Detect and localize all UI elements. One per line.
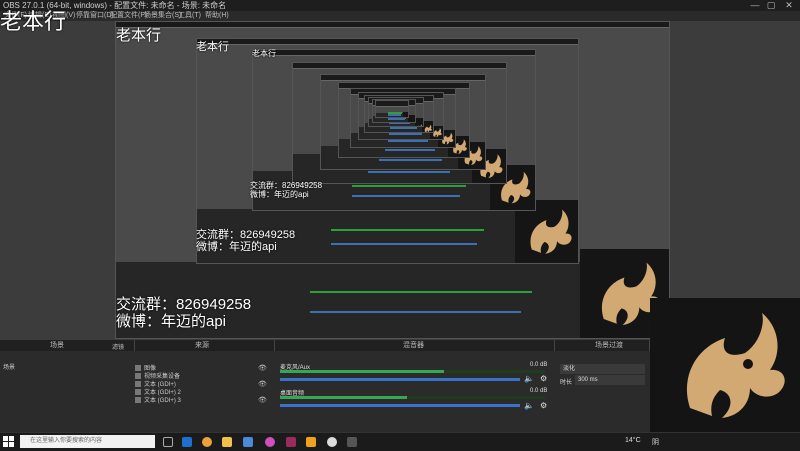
mute-speaker-icon[interactable]: 🔈 (524, 374, 534, 383)
mirrored-titlebar (197, 39, 578, 45)
source-item[interactable]: 视频采集设备 (135, 373, 180, 381)
gear-icon[interactable]: ⚙ (540, 401, 547, 410)
obs-icon[interactable] (327, 437, 337, 447)
mirrored-slider (388, 114, 401, 116)
watermark-text: 老本行 (0, 9, 67, 34)
weather-text: 14°C (625, 437, 641, 444)
mixer-dock-header: 混音器 (275, 340, 555, 351)
lion-logo-icon (415, 118, 423, 126)
lion-logo-icon (408, 115, 415, 122)
scene-filter-button[interactable]: 滤镜 (112, 342, 124, 351)
transition-select[interactable]: 淡化 (560, 364, 645, 374)
mirrored-slider (310, 311, 521, 313)
source-item[interactable]: 文本 (GDI+) 3 (135, 397, 181, 405)
task-view-icon[interactable] (163, 437, 173, 447)
camera-feed (650, 298, 800, 432)
mirrored-slider (368, 171, 450, 173)
mixer-track-mic-db: 0.0 dB (530, 362, 548, 368)
menu-profile[interactable]: 配置文件(P) (110, 11, 147, 21)
watermark-text-copy-1: 老本行 (116, 27, 162, 44)
menu-help[interactable]: 帮助(H) (205, 11, 229, 21)
visibility-eye-icon[interactable]: 👁 (258, 380, 267, 388)
mirrored-slider (389, 133, 422, 135)
duration-input[interactable]: 300 ms (575, 375, 645, 385)
mirrored-meter (310, 291, 532, 293)
file-explorer-icon[interactable] (222, 437, 232, 447)
visibility-eye-icon[interactable]: 👁 (258, 364, 267, 372)
gear-icon[interactable]: ⚙ (540, 374, 547, 383)
watermark-text-copy-2: 老本行 (196, 41, 229, 53)
scene-list-item[interactable]: 场景 (3, 362, 15, 371)
mixer-track-desktop-db: 0.0 dB (530, 388, 548, 394)
mirrored-slider (379, 159, 442, 161)
maximize-button[interactable]: ▢ (764, 0, 778, 11)
mirrored-meter (331, 229, 484, 231)
mirrored-slider (385, 149, 435, 151)
windows-start-icon[interactable] (3, 436, 14, 447)
camera-icon (135, 373, 141, 380)
source-item[interactable]: 文本 (GDI+) (135, 381, 176, 389)
mixer-meter-desktop-level (280, 396, 408, 399)
weibo-text-copy-3: 微博：年迈的api (250, 190, 309, 199)
transitions-dock-header: 场景过渡 (555, 340, 650, 351)
sources-dock-header: 来源 (135, 340, 275, 351)
lion-logo-icon (403, 112, 408, 117)
mixer-slider-mic[interactable] (280, 378, 520, 381)
app-icon[interactable] (286, 437, 296, 447)
duration-label: 时长 (560, 380, 573, 386)
mirrored-titlebar (293, 63, 506, 69)
windows-taskbar: 在这里输入你要搜索的内容 14°C 阴 (0, 432, 800, 451)
weibo-text-copy-1: 微博：年迈的api (116, 313, 227, 330)
menu-scene-collection[interactable]: 场景集合(S) (144, 11, 181, 21)
source-item[interactable]: 文本 (GDI+) 2 (135, 389, 181, 397)
window-titlebar: OBS 27.0.1 (64-bit, windows) - 配置文件: 未命名… (0, 0, 800, 11)
mirrored-slider (390, 127, 417, 129)
mirrored-titlebar (253, 50, 535, 56)
tray-text: 阴 (652, 439, 659, 446)
mixer-slider-desktop[interactable] (280, 404, 520, 407)
edge-icon[interactable] (182, 437, 192, 447)
lion-logo-icon (686, 313, 785, 418)
mirrored-preview-frame (375, 100, 409, 118)
source-item[interactable]: 图像 (135, 365, 156, 373)
menu-tools[interactable]: 工具(T) (178, 11, 201, 21)
mirrored-slider (331, 243, 477, 245)
image-icon (135, 365, 141, 372)
mirrored-slider (388, 118, 405, 120)
text-icon (135, 389, 141, 396)
mirrored-meter (352, 185, 466, 187)
app-icon[interactable] (265, 437, 275, 447)
app-icon[interactable] (347, 437, 357, 447)
watermark-text-copy-3: 老本行 (252, 49, 276, 58)
mute-speaker-icon[interactable]: 🔈 (524, 401, 534, 410)
chrome-icon[interactable] (202, 437, 212, 447)
minimize-button[interactable]: — (748, 0, 762, 11)
taskbar-search-input[interactable]: 在这里输入你要搜索的内容 (20, 435, 155, 448)
mixer-meter-mic-level (280, 370, 445, 373)
mirrored-titlebar (376, 101, 408, 107)
app-icon[interactable] (306, 437, 316, 447)
mirrored-titlebar (116, 22, 669, 28)
text-icon (135, 381, 141, 388)
menu-bar: 文件(F) 编辑(E) 视图(V) 停靠窗口(D) 配置文件(P) 场景集合(S… (0, 11, 800, 21)
mirrored-slider (388, 140, 428, 142)
docks-panel (0, 340, 650, 432)
mirrored-slider (352, 195, 460, 197)
visibility-eye-icon[interactable]: 👁 (258, 396, 267, 404)
close-button[interactable]: ✕ (782, 0, 796, 11)
menu-docks[interactable]: 停靠窗口(D) (76, 11, 114, 21)
mirrored-titlebar (321, 75, 485, 81)
store-icon[interactable] (243, 437, 253, 447)
weibo-text-copy-2: 微博：年迈的api (196, 241, 277, 253)
text-icon (135, 397, 141, 404)
